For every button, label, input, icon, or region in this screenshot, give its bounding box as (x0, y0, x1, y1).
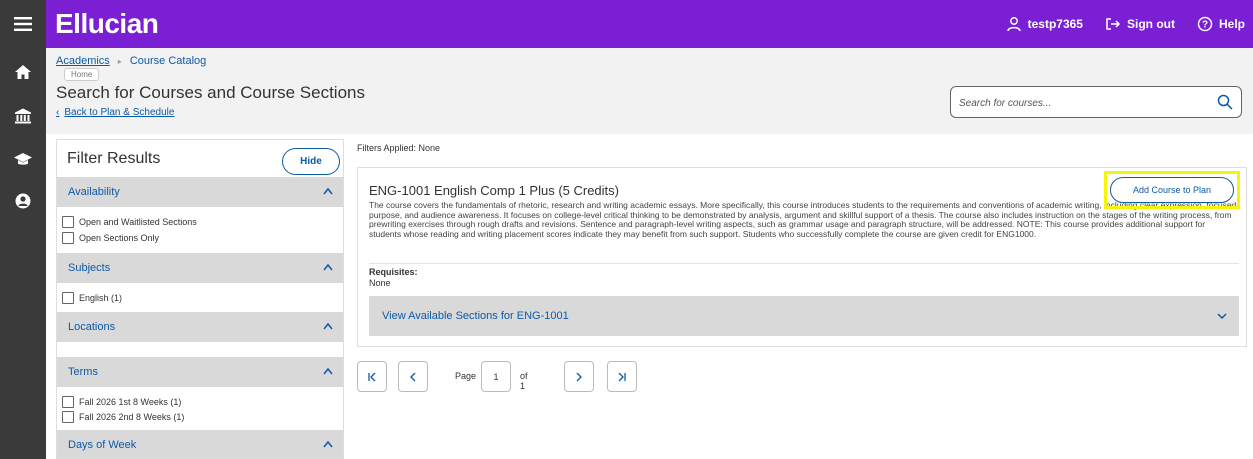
back-link-label: Back to Plan & Schedule (64, 107, 175, 118)
help-icon: ? (1197, 16, 1213, 32)
search-input[interactable] (959, 94, 1199, 112)
sign-out-button[interactable]: Sign out (1105, 16, 1175, 32)
breadcrumb-course-catalog[interactable]: Course Catalog (130, 55, 206, 67)
view-sections-label: View Available Sections for ENG-1001 (382, 310, 569, 322)
breadcrumb-separator: ▸ (117, 56, 122, 66)
add-course-to-plan-button[interactable]: Add Course to Plan (1110, 177, 1234, 203)
page-label: Page (455, 371, 477, 381)
page-header: Academics ▸ Course Catalog Home Search f… (46, 48, 1253, 134)
checkbox[interactable] (62, 292, 74, 304)
checkbox[interactable] (62, 216, 74, 228)
menu-icon[interactable] (0, 0, 46, 48)
page-number-input[interactable] (481, 361, 511, 392)
filter-option[interactable]: Open and Waitlisted Sections (62, 216, 197, 228)
filter-panel: Filter Results Hide Availability Open an… (56, 139, 344, 459)
filter-option[interactable]: Open Sections Only (62, 232, 159, 244)
help-label: Help (1218, 17, 1245, 31)
hide-filters-button[interactable]: Hide (282, 148, 340, 175)
filter-section-availability[interactable]: Availability (57, 177, 343, 207)
course-card: ENG-1001 English Comp 1 Plus (5 Credits)… (357, 167, 1247, 347)
chevron-up-icon (323, 263, 333, 271)
last-page-button[interactable] (607, 361, 637, 392)
view-sections-toggle[interactable]: View Available Sections for ENG-1001 (369, 296, 1239, 336)
filter-option-label: Fall 2026 2nd 8 Weeks (1) (79, 412, 185, 422)
course-search-box (950, 86, 1242, 118)
filter-section-days-of-week[interactable]: Days of Week (57, 430, 343, 458)
last-page-icon (618, 372, 626, 381)
next-page-button[interactable] (564, 361, 594, 392)
course-title: ENG-1001 English Comp 1 Plus (5 Credits) (369, 183, 619, 198)
filter-section-label: Availability (68, 186, 120, 198)
page-title: Search for Courses and Course Sections (56, 83, 365, 102)
sign-out-label: Sign out (1126, 17, 1175, 31)
filter-option[interactable]: Fall 2026 1st 8 Weeks (1) (62, 396, 181, 408)
first-page-icon (368, 372, 376, 381)
page-count: of 1 (520, 371, 528, 391)
svg-text:?: ? (1202, 20, 1208, 31)
chevron-up-icon (323, 322, 333, 330)
requisites-label: Requisites: (369, 267, 418, 277)
user-circle-icon[interactable] (11, 189, 35, 213)
chevron-up-icon (323, 440, 333, 448)
chevron-left-icon (410, 372, 416, 381)
ellucian-logo[interactable]: Ellucian (55, 6, 159, 42)
chevron-up-icon (323, 367, 333, 375)
filter-option-label: Open Sections Only (79, 233, 160, 243)
filter-option-label: English (1) (79, 293, 123, 303)
filter-option[interactable]: English (1) (62, 292, 122, 304)
divider (369, 263, 1239, 264)
previous-page-button[interactable] (398, 361, 428, 392)
checkbox[interactable] (62, 396, 74, 408)
filters-applied-text: Filters Applied: None (357, 143, 441, 153)
first-page-button[interactable] (357, 361, 387, 392)
chevron-right-icon (576, 372, 582, 381)
help-button[interactable]: ? Help (1197, 16, 1245, 32)
left-nav-rail (0, 48, 46, 459)
filter-option[interactable]: Fall 2026 2nd 8 Weeks (1) (62, 411, 184, 423)
filter-title: Filter Results (67, 150, 161, 167)
filter-section-subjects[interactable]: Subjects (57, 253, 343, 283)
user-icon (1006, 17, 1021, 32)
back-to-plan-link[interactable]: ‹ Back to Plan & Schedule (56, 107, 174, 118)
filter-section-terms[interactable]: Terms (57, 357, 343, 387)
chevron-left-icon: ‹ (56, 107, 60, 118)
username: testp7365 (1027, 17, 1083, 31)
filter-option-label: Open and Waitlisted Sections (79, 217, 197, 227)
search-icon[interactable] (1217, 94, 1233, 110)
breadcrumb: Academics ▸ Course Catalog (56, 55, 206, 67)
checkbox[interactable] (62, 232, 74, 244)
sign-out-icon (1106, 18, 1121, 30)
home-icon[interactable] (11, 60, 35, 84)
user-menu[interactable]: testp7365 (1006, 16, 1083, 32)
filter-option-label: Fall 2026 1st 8 Weeks (1) (79, 397, 182, 407)
checkbox[interactable] (62, 411, 74, 423)
graduation-cap-icon[interactable] (11, 147, 35, 171)
filter-section-label: Days of Week (68, 439, 137, 451)
filter-section-locations[interactable]: Locations (57, 312, 343, 342)
add-course-highlight: Add Course to Plan (1104, 171, 1240, 209)
home-tooltip: Home (64, 68, 100, 81)
chevron-down-icon (1217, 313, 1227, 320)
institution-icon[interactable] (11, 104, 35, 128)
requisites-value: None (369, 278, 391, 288)
breadcrumb-academics[interactable]: Academics (56, 55, 110, 67)
filter-section-label: Terms (68, 366, 98, 378)
chevron-up-icon (323, 187, 333, 195)
filter-section-label: Subjects (68, 262, 111, 274)
top-bar: Ellucian testp7365 Sign out ? Help (0, 0, 1253, 48)
filter-section-label: Locations (68, 321, 116, 333)
